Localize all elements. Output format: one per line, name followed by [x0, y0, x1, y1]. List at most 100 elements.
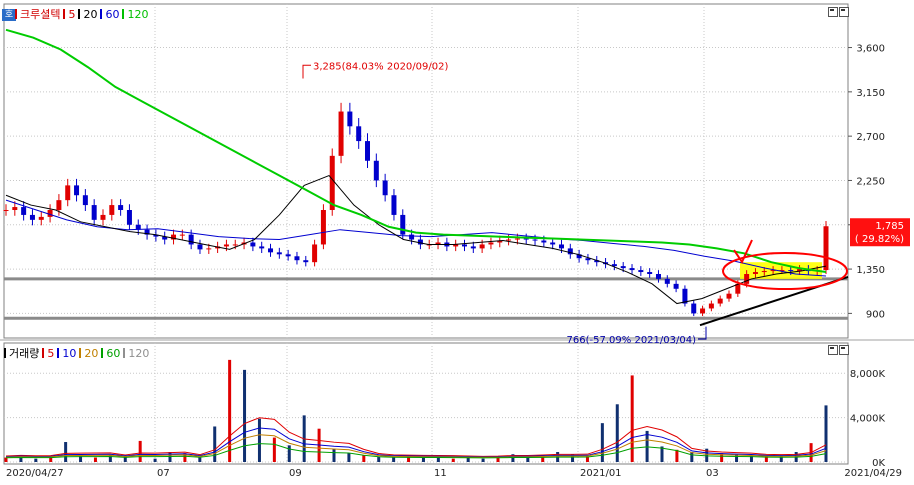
candle-body	[338, 111, 344, 156]
candle-body	[259, 246, 265, 249]
candle-body	[74, 185, 80, 196]
price-y-tick-label: 3,150	[856, 88, 885, 99]
last-price-change: ( 29.82%)	[855, 234, 904, 245]
legend-ma5[interactable]: 5	[68, 8, 75, 21]
legend-ma60[interactable]: 60	[106, 347, 120, 360]
volume-bar	[600, 423, 604, 462]
price-legend[interactable]: 크루셜텍 5 20 60 120	[15, 6, 148, 22]
volume-bar	[213, 426, 217, 462]
volume-bar	[228, 359, 232, 462]
legend-ma5[interactable]: 5	[47, 347, 54, 360]
price-pane-maximize-button[interactable]	[839, 7, 849, 17]
candle-body	[717, 298, 723, 304]
candle-body	[744, 274, 750, 284]
volume-bar	[362, 455, 366, 462]
candle-body	[91, 205, 97, 220]
candle-body	[206, 248, 212, 250]
candle-body	[479, 244, 485, 249]
legend-swatch-name	[4, 348, 6, 358]
candle-body	[506, 239, 512, 241]
volume-bar	[436, 457, 440, 462]
price-y-tick-label: 900	[866, 309, 885, 320]
chart-mode-badge[interactable]: 호	[2, 9, 16, 21]
candle-body	[752, 272, 758, 274]
candle-body	[550, 242, 556, 245]
candle-body	[409, 234, 415, 240]
volume-y-tick-label: 4,000K	[850, 414, 886, 425]
candle-body	[523, 238, 529, 240]
volume-legend[interactable]: 거래량 5 10 20 60 120	[4, 345, 149, 361]
volume-pane-frame	[3, 342, 849, 465]
legend-ma120[interactable]: 120	[127, 8, 148, 21]
legend-ma20[interactable]: 20	[83, 8, 97, 21]
candle-body	[268, 248, 274, 253]
candle-body	[347, 111, 353, 127]
volume-bar	[93, 457, 97, 462]
candle-body	[82, 195, 88, 206]
candle-body	[12, 207, 18, 210]
volume-bar	[198, 457, 202, 462]
legend-ma10[interactable]: 10	[62, 347, 76, 360]
candle-body	[655, 274, 661, 279]
volume-bar	[466, 457, 470, 462]
candle-body	[541, 240, 547, 243]
legend-ma20[interactable]: 20	[84, 347, 98, 360]
x-tick-label: 07	[157, 468, 170, 479]
candle-body	[365, 141, 371, 161]
volume-bar	[168, 452, 172, 462]
volume-bar	[451, 458, 455, 462]
price-pane-frame	[3, 3, 849, 339]
chart-canvas: 9001,3501,8002,2502,7003,1503,6000K4,000…	[0, 3, 914, 479]
candle-body	[312, 244, 318, 263]
candle-body	[320, 210, 326, 245]
x-tick-label: 2021/01	[580, 468, 622, 479]
candle-body	[179, 234, 185, 236]
candle-body	[700, 308, 706, 314]
candle-body	[823, 226, 829, 271]
candle-body	[126, 210, 132, 225]
candle-body	[788, 270, 794, 272]
volume-bar	[34, 458, 38, 462]
candle-body	[647, 272, 653, 274]
volume-bar	[675, 449, 679, 462]
candle-body	[118, 205, 124, 210]
candle-body	[470, 246, 476, 249]
legend-swatch-ma5	[63, 9, 66, 19]
volume-pane-maximize-button[interactable]	[839, 345, 849, 355]
candle-body	[382, 180, 388, 196]
candle-body	[391, 195, 397, 215]
x-tick-label: 2020/04/27	[6, 468, 64, 479]
candle-body	[329, 155, 335, 210]
price-pane-minimize-button[interactable]	[828, 7, 838, 17]
volume-y-tick-label: 8,000K	[850, 369, 886, 380]
candle-body	[223, 244, 229, 247]
volume-bar	[153, 458, 157, 462]
legend-ma120[interactable]: 120	[128, 347, 149, 360]
legend-swatch-ma20	[79, 348, 82, 358]
candle-body	[100, 214, 106, 220]
x-tick-label: 03	[706, 468, 719, 479]
price-y-tick-label: 2,700	[856, 132, 885, 143]
volume-bar	[64, 442, 68, 462]
candle-body	[21, 207, 27, 215]
legend-series-name[interactable]: 크루셜텍	[20, 6, 60, 22]
legend-swatch-ma20	[78, 9, 81, 19]
candle-body	[673, 283, 679, 289]
candle-body	[3, 210, 9, 211]
legend-series-name[interactable]: 거래량	[9, 345, 39, 361]
volume-bar	[526, 457, 530, 462]
legend-ma60[interactable]: 60	[105, 8, 119, 21]
candle-body	[250, 242, 256, 247]
candle-body	[461, 244, 467, 247]
stock-chart-window: 9001,3501,8002,2502,7003,1503,6000K4,000…	[0, 0, 914, 481]
candle-body	[294, 256, 300, 261]
x-tick-label: 11	[434, 468, 447, 479]
volume-bar	[481, 458, 485, 462]
legend-swatch-ma5	[42, 348, 45, 358]
candle-body	[29, 214, 35, 220]
candle-body	[276, 252, 282, 255]
volume-bar	[690, 452, 694, 462]
volume-pane-minimize-button[interactable]	[828, 345, 838, 355]
legend-swatch-ma60	[100, 9, 103, 19]
price-y-tick-label: 2,250	[856, 176, 885, 187]
